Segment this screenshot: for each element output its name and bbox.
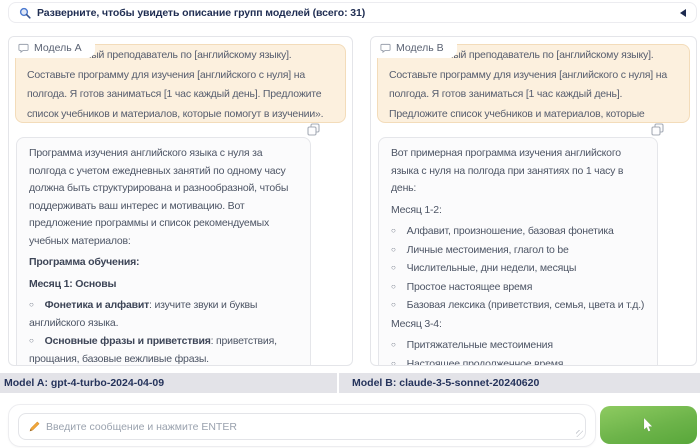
pencil-icon	[29, 421, 40, 431]
response-heading: Месяц 1: Основы	[29, 277, 117, 290]
chat-bubble-icon	[18, 43, 29, 53]
response-bullet-item: ○ Основные фразы и приветствия: приветств…	[29, 333, 298, 365]
message-input-wrapper[interactable]	[18, 413, 586, 440]
mouse-pointer-icon	[643, 417, 653, 432]
response-heading: Программа обучения:	[29, 256, 140, 268]
model-a-response: Программа изучения английского языка с н…	[16, 137, 311, 365]
bullet-marker-icon: ○	[391, 244, 396, 254]
response-bullet-item: ○ Личные местоимения, глагол to be	[391, 242, 645, 260]
response-bullet-item: ○ Настоящее продолженное время	[391, 356, 645, 366]
model-b-chatbot-label: Модель B	[371, 37, 457, 58]
copy-button[interactable]	[649, 121, 666, 138]
bullet-marker-icon: ○	[391, 281, 396, 291]
response-paragraph: Программа изучения английского языка с н…	[29, 147, 289, 247]
chat-bubble-icon	[380, 43, 391, 53]
response-paragraph: Месяц 3-4:	[391, 317, 442, 330]
bullet-marker-icon: ○	[391, 300, 396, 309]
bullet-marker-icon: ○	[391, 263, 396, 272]
response-bullet-item: ○ Базовая лексика (приветствия, семья, цв…	[391, 297, 645, 315]
response-paragraph: Вот примерная программа изучения английс…	[391, 147, 624, 194]
copy-icon	[651, 123, 664, 136]
model-a-chatbot-label: Модель A	[9, 37, 95, 58]
model-groups-accordion[interactable]: Разверните, чтобы увидеть описание групп…	[8, 2, 697, 23]
model-a-panel: «Вы — опытный преподаватель по [английск…	[8, 36, 353, 366]
message-input[interactable]	[46, 420, 576, 433]
model-b-name: Model B: claude-3-5-sonnet-20240620	[339, 373, 700, 393]
search-icon	[19, 7, 31, 19]
collapse-arrow-icon[interactable]	[680, 8, 686, 17]
accordion-label: Разверните, чтобы увидеть описание групп…	[37, 6, 366, 19]
bullet-marker-icon: ○	[29, 336, 34, 345]
response-bullet-item: ○ Числительные, дни недели, месяцы	[391, 260, 645, 278]
arena-compare-page: Разверните, чтобы увидеть описание групп…	[0, 0, 700, 448]
response-bullet-item: ○ Фонетика и алфавит: изучите звуки и бук…	[29, 297, 298, 332]
copy-button[interactable]	[305, 121, 322, 138]
bullet-marker-icon: ○	[391, 340, 396, 349]
send-button[interactable]	[600, 406, 697, 444]
copy-icon	[307, 123, 320, 136]
composer-card	[8, 404, 596, 447]
model-a-name: Model A: gpt-4-turbo-2024-04-09	[0, 373, 337, 393]
response-bullet-item: ○ Притяжательные местоимения	[391, 337, 645, 355]
response-bullet-item: ○ Простое настоящее время	[391, 279, 645, 297]
bullet-marker-icon: ○	[391, 226, 396, 235]
chatbot-label-text: Модель B	[396, 42, 444, 54]
bullet-marker-icon: ○	[391, 358, 396, 366]
model-b-response: Вот примерная программа изучения английс…	[378, 137, 658, 366]
bullet-marker-icon: ○	[29, 300, 34, 309]
chatbot-label-text: Модель A	[34, 42, 82, 54]
response-bullet-item: ○ Алфавит, произношение, базовая фонетика	[391, 223, 645, 241]
resize-grip[interactable]	[576, 430, 583, 437]
model-b-panel: «Вы — опытный преподаватель по [английск…	[370, 36, 697, 366]
response-paragraph: Месяц 1-2:	[391, 203, 442, 216]
